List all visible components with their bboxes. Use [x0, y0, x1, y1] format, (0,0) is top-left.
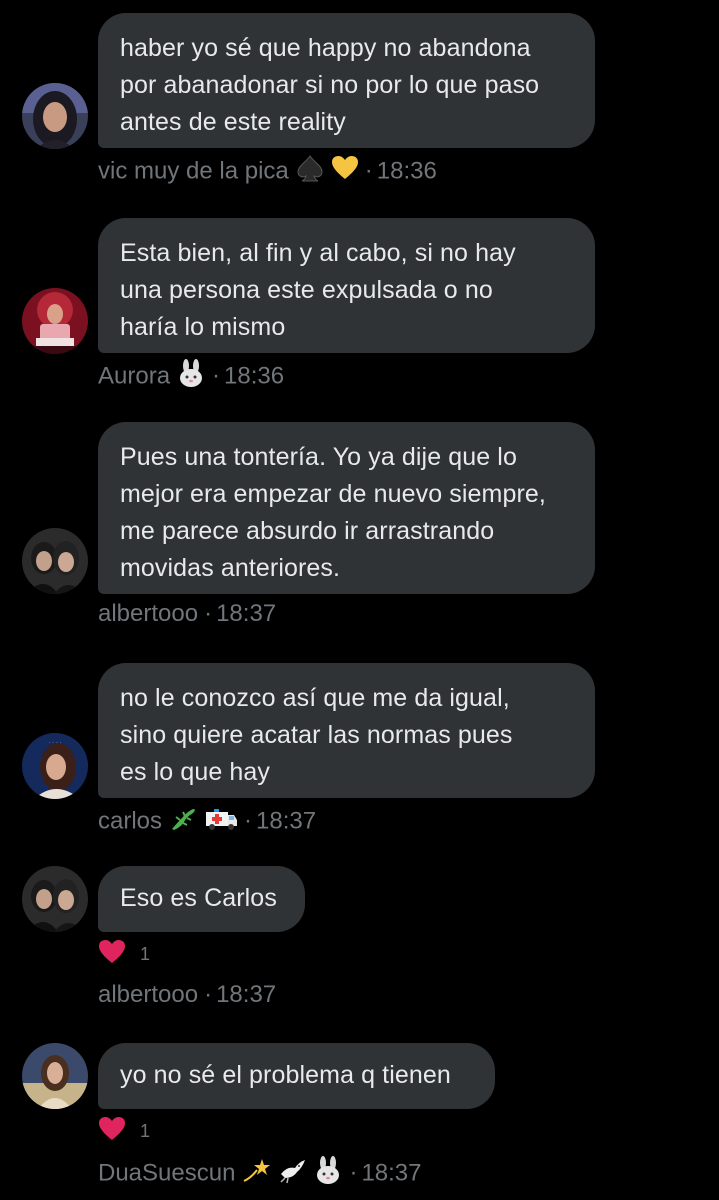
message-bubble[interactable]: Eso es Carlos — [98, 866, 305, 932]
avatar[interactable] — [22, 83, 88, 149]
message-bubble[interactable]: no le conozco así que me da igual, sino … — [98, 663, 595, 798]
avatar[interactable]: · · · · — [22, 733, 88, 799]
rabbit-icon — [313, 1156, 343, 1192]
yellow-heart-icon — [331, 155, 359, 189]
dm-thread: haber yo sé que happy no abandona por ab… — [0, 0, 719, 1200]
avatar[interactable] — [22, 866, 88, 932]
message-text-line: yo no sé el problema q tienen — [120, 1061, 451, 1089]
message-text-line: mejor era empezar de nuevo siempre, — [120, 480, 546, 508]
message-bubble[interactable]: Pues una tontería. Yo ya dije que lo mej… — [98, 422, 595, 594]
meta-separator: · — [364, 157, 373, 185]
author-name[interactable]: Aurora — [98, 362, 170, 389]
author-name[interactable]: vic muy de la pica — [98, 157, 289, 184]
avatar[interactable] — [22, 288, 88, 354]
avatar[interactable] — [22, 1043, 88, 1109]
author-name[interactable]: carlos — [98, 807, 162, 834]
message-text-line: Pues una tontería. Yo ya dije que lo — [120, 443, 517, 471]
message-text-line: no le conozco así que me da igual, — [120, 684, 510, 712]
message-text-line: por abanadonar si no por lo que paso — [120, 71, 540, 99]
message-bubble[interactable]: Esta bien, al fin y al cabo, si no hay u… — [98, 218, 595, 353]
reaction[interactable]: 1 — [98, 939, 150, 969]
rabbit-icon — [176, 359, 206, 395]
message-time: 18:37 — [216, 600, 277, 627]
message-meta: albertooo · 18:37 — [98, 599, 276, 629]
dizzy-icon — [241, 1156, 271, 1192]
message-meta: Aurora · 18:36 — [98, 359, 284, 395]
avatar[interactable] — [22, 528, 88, 594]
message-text-line: me parece absurdo ir arrastrando — [120, 517, 495, 545]
message-time: 18:36 — [224, 362, 285, 390]
svg-text:· · · ·: · · · · — [48, 740, 61, 747]
message-time: 18:37 — [256, 807, 317, 835]
message-text-line: haber yo sé que happy no abandona — [120, 34, 531, 62]
spade-icon — [295, 154, 325, 190]
message-meta: carlos · 18:37 — [98, 804, 316, 840]
message-meta: vic muy de la pica · 18:36 — [98, 154, 437, 190]
message-time: 18:36 — [376, 157, 437, 185]
meta-separator: · — [349, 1159, 358, 1187]
message-text-line: haría lo mismo — [120, 313, 286, 341]
meta-separator: · — [212, 362, 221, 390]
reaction-count: 1 — [140, 1120, 151, 1141]
red-heart-icon — [98, 939, 126, 970]
message-bubble[interactable]: yo no sé el problema q tienen — [98, 1043, 495, 1109]
message-text-line: Eso es Carlos — [120, 884, 277, 912]
ambulance-icon — [204, 804, 238, 840]
author-name[interactable]: albertooo — [98, 600, 198, 627]
message-text-line: una persona este expulsada o no — [120, 276, 493, 304]
meta-separator: · — [204, 981, 213, 1008]
message-time: 18:37 — [361, 1159, 422, 1187]
message-text-line: es lo que hay — [120, 758, 271, 786]
message-meta: DuaSuescun · 18:37 — [98, 1156, 422, 1192]
message-meta: albertooo · 18:37 — [98, 980, 276, 1010]
reaction-count: 1 — [140, 943, 151, 964]
author-name[interactable]: DuaSuescun — [98, 1159, 235, 1186]
meta-separator: · — [244, 807, 253, 835]
message-text-line: antes de este reality — [120, 108, 346, 136]
reaction[interactable]: 1 — [98, 1116, 150, 1146]
message-text-line: sino quiere acatar las normas pues — [120, 721, 513, 749]
red-heart-icon — [98, 1116, 126, 1147]
meta-separator: · — [204, 600, 213, 627]
message-text-line: Esta bien, al fin y al cabo, si no hay — [120, 239, 516, 267]
dove-icon — [277, 1156, 307, 1192]
message-text-line: movidas anteriores. — [120, 554, 341, 582]
message-bubble[interactable]: haber yo sé que happy no abandona por ab… — [98, 13, 595, 148]
lizard-icon — [168, 804, 198, 840]
message-time: 18:37 — [216, 981, 277, 1008]
author-name[interactable]: albertooo — [98, 981, 198, 1008]
